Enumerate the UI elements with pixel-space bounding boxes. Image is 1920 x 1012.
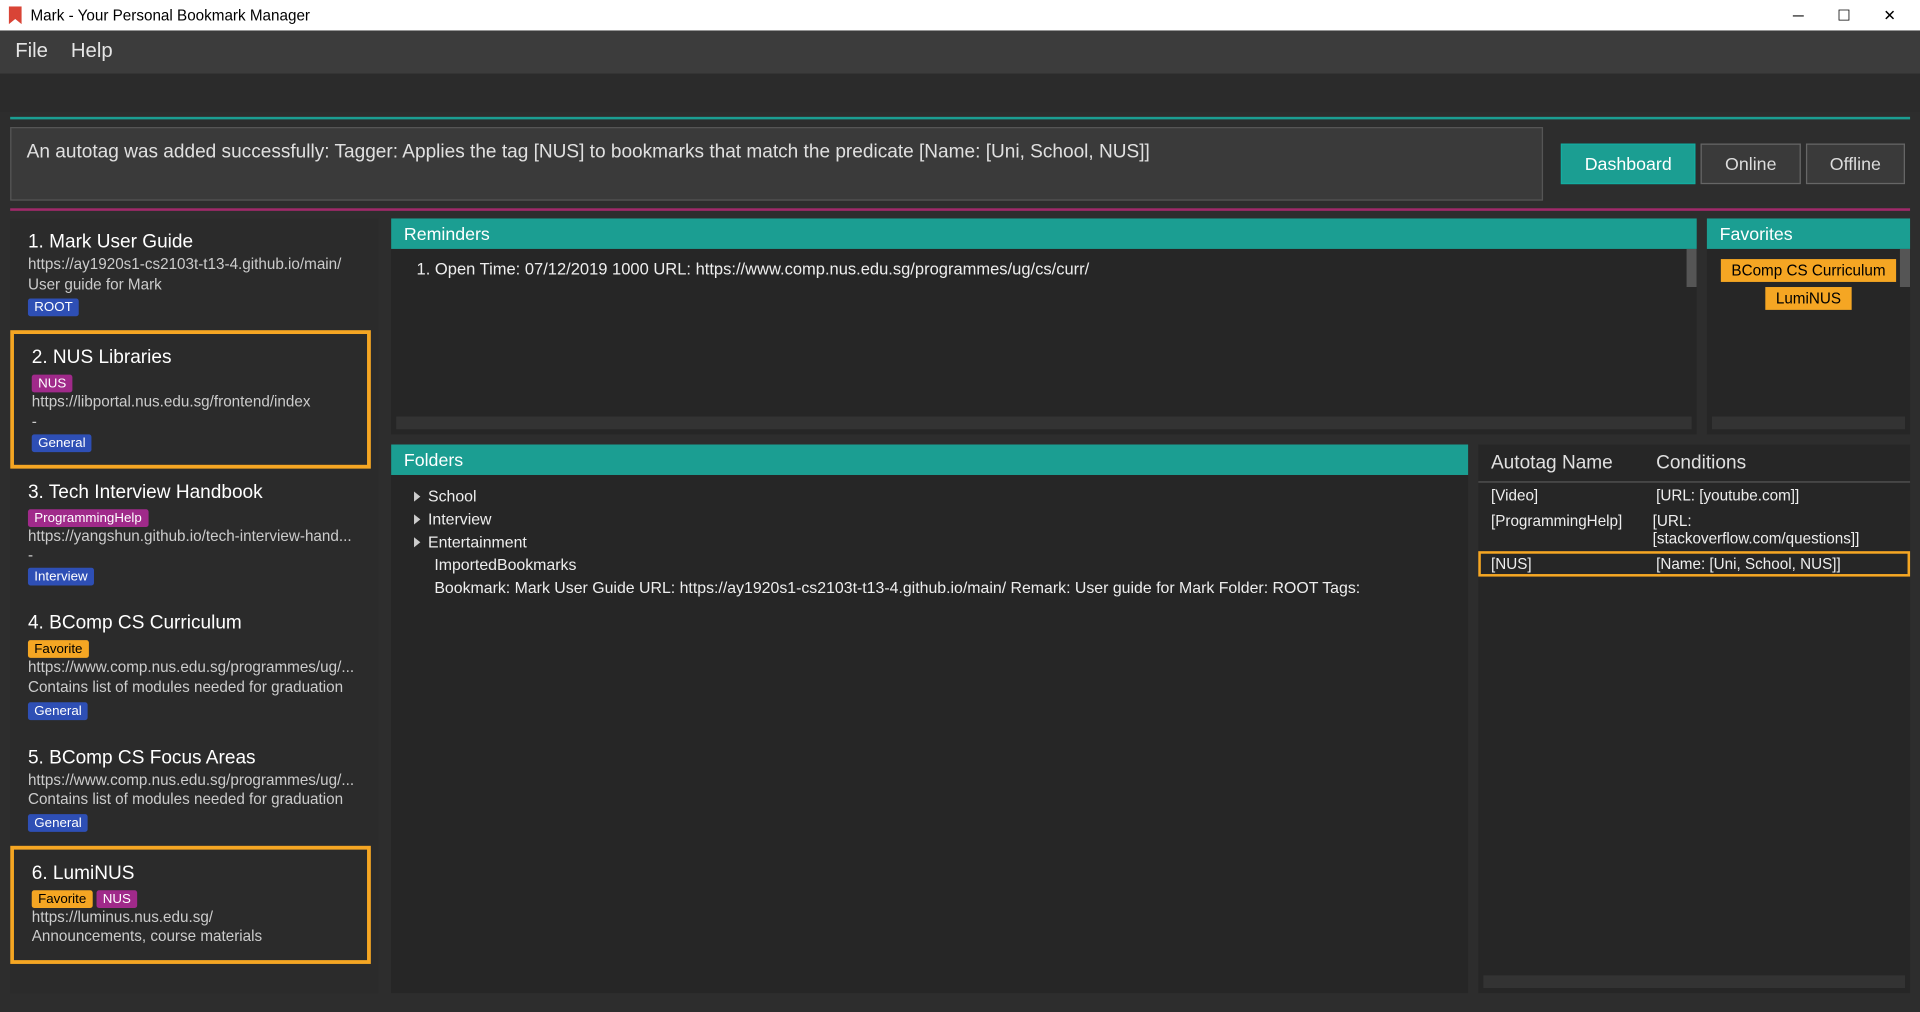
favorite-pill[interactable]: LumiNUS	[1766, 287, 1852, 310]
bookmark-title: 2. NUS Libraries	[32, 347, 352, 369]
bookmark-dash: -	[28, 547, 356, 565]
bookmark-url: https://www.comp.nus.edu.sg/programmes/u…	[28, 770, 356, 790]
status-message: An autotag was added successfully: Tagge…	[10, 127, 1543, 201]
scrollbar-horizontal[interactable]	[1483, 975, 1905, 988]
folder-item[interactable]: School	[404, 485, 1456, 508]
scrollbar-vertical[interactable]	[1687, 249, 1697, 287]
favorites-panel: Favorites BComp CS Curriculum LumiNUS	[1707, 218, 1910, 434]
autotag-header: Autotag Name Conditions	[1478, 445, 1910, 483]
bookmark-url: https://luminus.nus.edu.sg/	[32, 908, 352, 928]
bookmark-item[interactable]: 4. BComp CS Curriculum Favoritehttps://ww…	[10, 600, 371, 734]
tag-nus: NUS	[32, 375, 73, 393]
reminders-panel: Reminders 1. Open Time: 07/12/2019 1000 …	[391, 218, 1697, 434]
autotag-row[interactable]: [ProgrammingHelp][URL: [stackoverflow.co…	[1478, 508, 1910, 551]
bookmark-item[interactable]: 1. Mark User Guidehttps://ay1920s1-cs210…	[10, 218, 371, 330]
tag-interview: Interview	[28, 568, 94, 586]
tag-nus: NUS	[96, 890, 137, 908]
bookmark-title: 5. BComp CS Focus Areas	[28, 746, 356, 768]
magenta-divider	[10, 208, 1910, 211]
tab-online[interactable]: Online	[1701, 144, 1801, 185]
scrollbar-vertical[interactable]	[1900, 249, 1910, 287]
tag-general: General	[32, 434, 92, 452]
tag-general: General	[28, 702, 88, 720]
bookmark-desc: Contains list of modules needed for grad…	[28, 678, 356, 698]
menu-help[interactable]: Help	[71, 41, 113, 64]
folder-item[interactable]: Entertainment	[404, 531, 1456, 554]
tag-favorite: Favorite	[28, 641, 89, 659]
chevron-right-icon	[414, 491, 420, 501]
bookmark-url: https://libportal.nus.edu.sg/frontend/in…	[32, 393, 352, 413]
view-tabs: Dashboard Online Offline	[1556, 127, 1911, 201]
scrollbar-horizontal[interactable]	[1712, 417, 1905, 430]
favorites-header: Favorites	[1707, 218, 1910, 248]
tag-general: General	[28, 814, 88, 832]
menubar: File Help	[0, 30, 1920, 73]
bookmark-url: https://yangshun.github.io/tech-intervie…	[28, 527, 356, 547]
close-button[interactable]: ✕	[1867, 0, 1913, 30]
autotag-condition: [URL: [youtube.com]]	[1656, 486, 1799, 504]
maximize-button[interactable]: ☐	[1821, 0, 1867, 30]
reminder-item: 1. Open Time: 07/12/2019 1000 URL: https…	[417, 259, 1684, 278]
tag-programminghelp: ProgrammingHelp	[28, 509, 148, 527]
app-icon	[8, 6, 23, 24]
bookmark-desc: Contains list of modules needed for grad…	[28, 790, 356, 810]
folder-item[interactable]: Interview	[404, 508, 1456, 531]
folder-label: Interview	[428, 511, 492, 529]
folder-label: School	[428, 488, 477, 506]
menu-file[interactable]: File	[15, 41, 48, 64]
folders-header: Folders	[391, 445, 1468, 475]
titlebar: Mark - Your Personal Bookmark Manager ─ …	[0, 0, 1920, 30]
autotag-row[interactable]: [Video][URL: [youtube.com]]	[1478, 483, 1910, 508]
bookmark-item[interactable]: 6. LumiNUS FavoriteNUShttps://luminus.nus…	[10, 846, 371, 964]
autotag-row[interactable]: [NUS][Name: [Uni, School, NUS]]	[1478, 551, 1910, 576]
tag-favorite: Favorite	[32, 890, 93, 908]
bookmark-dash: -	[32, 412, 352, 430]
bookmark-title: 4. BComp CS Curriculum	[28, 613, 356, 635]
bookmark-item[interactable]: 3. Tech Interview Handbook ProgrammingHel…	[10, 468, 371, 600]
autotag-panel: Autotag Name Conditions [Video][URL: [yo…	[1478, 445, 1910, 994]
autotag-name: [ProgrammingHelp]	[1491, 512, 1653, 548]
teal-divider	[10, 117, 1910, 120]
tag-root: ROOT	[28, 299, 79, 317]
bookmark-list[interactable]: 1. Mark User Guidehttps://ay1920s1-cs210…	[10, 218, 378, 993]
bookmark-url: https://ay1920s1-cs2103t-t13-4.github.io…	[28, 255, 356, 275]
autotag-name: [NUS]	[1491, 555, 1656, 573]
bookmark-title: 1. Mark User Guide	[28, 231, 356, 253]
autotag-name: [Video]	[1491, 486, 1656, 504]
tab-offline[interactable]: Offline	[1806, 144, 1905, 185]
bookmark-desc: Announcements, course materials	[32, 928, 352, 948]
toolbar-strip	[0, 74, 1920, 112]
autotag-col-cond: Conditions	[1656, 452, 1746, 474]
folders-panel: Folders School Interview Entertainment Impo…	[391, 445, 1468, 994]
autotag-condition: [URL: [stackoverflow.com/questions]]	[1653, 512, 1898, 548]
bookmark-item[interactable]: 2. NUS Libraries NUShttps://libportal.nus…	[10, 330, 371, 468]
folder-detail: Bookmark: Mark User Guide URL: https://a…	[404, 577, 1456, 600]
minimize-button[interactable]: ─	[1775, 0, 1821, 30]
folder-item-plain[interactable]: ImportedBookmarks	[404, 556, 1456, 574]
bookmark-item[interactable]: 5. BComp CS Focus Areashttps://www.comp.…	[10, 734, 371, 846]
reminders-header: Reminders	[391, 218, 1697, 248]
bookmark-title: 6. LumiNUS	[32, 862, 352, 884]
tab-dashboard[interactable]: Dashboard	[1561, 144, 1696, 185]
bookmark-title: 3. Tech Interview Handbook	[28, 481, 356, 503]
chevron-right-icon	[414, 514, 420, 524]
bookmark-url: https://www.comp.nus.edu.sg/programmes/u…	[28, 658, 356, 678]
window-title: Mark - Your Personal Bookmark Manager	[30, 6, 310, 24]
autotag-condition: [Name: [Uni, School, NUS]]	[1656, 555, 1841, 573]
scrollbar-horizontal[interactable]	[396, 417, 1691, 430]
favorite-pill[interactable]: BComp CS Curriculum	[1721, 259, 1895, 282]
bookmark-desc: User guide for Mark	[28, 275, 356, 295]
folder-label: Entertainment	[428, 533, 527, 551]
autotag-col-name: Autotag Name	[1491, 452, 1656, 474]
chevron-right-icon	[414, 537, 420, 547]
